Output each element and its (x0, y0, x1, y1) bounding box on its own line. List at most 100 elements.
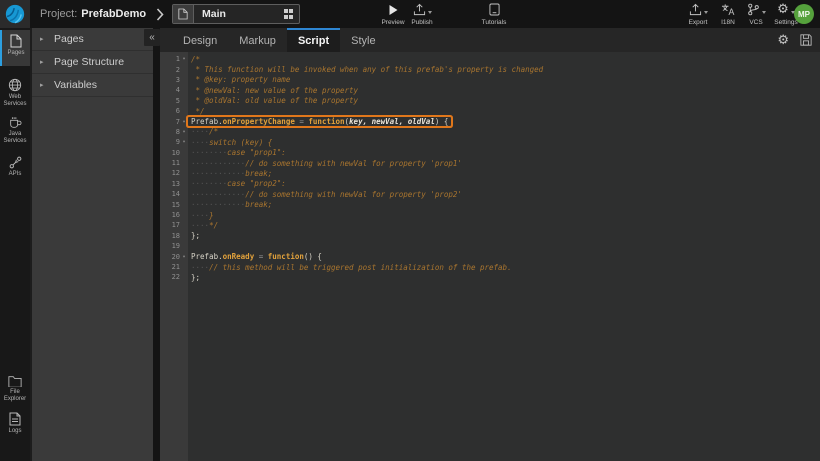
translate-icon: A (721, 3, 735, 16)
panel-splitter[interactable] (153, 28, 160, 461)
vcs-label: VCS (749, 19, 762, 26)
line-number: 20 (160, 253, 180, 261)
publish-upload-icon (413, 3, 426, 16)
publish-button[interactable]: Publish (402, 3, 442, 26)
code-line[interactable]: 13········case "prop2": (160, 179, 820, 189)
export-label: Export (689, 19, 708, 26)
collapse-panel-button[interactable]: « (144, 29, 160, 46)
chevron-right-icon: ▸ (40, 58, 54, 66)
fold-marker-icon[interactable]: ▾ (180, 254, 188, 260)
code-line[interactable]: 12············break; (160, 168, 820, 178)
code-line[interactable]: 3 * @key: property name (160, 75, 820, 85)
globe-icon (8, 78, 22, 92)
sidebar-item-apis[interactable]: APIs (0, 152, 30, 182)
code-line[interactable]: 4 * @newVal: new value of the property (160, 85, 820, 95)
page-selector-dropdown[interactable]: Main (172, 4, 300, 24)
tab-markup[interactable]: Markup (228, 28, 287, 52)
code-token: ········ (191, 179, 227, 188)
editor-tab-bar: Design Markup Script Style ⚙ (160, 28, 820, 52)
wavemaker-logo[interactable] (0, 0, 30, 28)
code-text: ············// do something with newVal … (188, 190, 465, 199)
code-token: ···· (191, 211, 209, 220)
code-token: * @oldVal: old value of the property (191, 96, 358, 105)
sidebar-item-web-services[interactable]: Web Services (0, 74, 30, 112)
code-token: ···· (191, 263, 209, 272)
user-avatar[interactable]: MP (794, 4, 814, 24)
script-editor[interactable]: 1▾/*2 * This function will be invoked wh… (160, 52, 820, 461)
fold-marker-icon[interactable]: ▾ (180, 139, 188, 145)
line-number: 16 (160, 211, 180, 219)
code-token: ···· (191, 138, 209, 147)
code-line[interactable]: 18}; (160, 231, 820, 241)
line-number: 9 (160, 138, 180, 146)
tutorials-button[interactable]: Tutorials (474, 3, 514, 26)
pages-icon (10, 34, 22, 48)
code-line[interactable]: 9▾····switch (key) { (160, 137, 820, 147)
code-text: ············// do something with newVal … (188, 159, 465, 168)
save-icon[interactable] (800, 34, 812, 46)
code-line[interactable]: 8▾····/* (160, 127, 820, 137)
tab-style[interactable]: Style (340, 28, 386, 52)
code-line[interactable]: 5 * @oldVal: old value of the property (160, 96, 820, 106)
grid-view-icon[interactable] (284, 9, 294, 19)
code-line[interactable]: 7▾Prefab.onPropertyChange = function(key… (160, 116, 820, 126)
sidebar-item-java-services[interactable]: Java Services (0, 112, 30, 150)
code-line[interactable]: 6 */ (160, 106, 820, 116)
code-line[interactable]: 17····*/ (160, 220, 820, 230)
page-file-icon (173, 5, 194, 23)
code-token: */ (209, 221, 218, 230)
code-text: * @newVal: new value of the property (188, 86, 361, 95)
line-number: 7 (160, 118, 180, 126)
tutorials-label: Tutorials (482, 19, 507, 26)
accordion-label: Variables (54, 79, 97, 91)
code-text: * @oldVal: old value of the property (188, 96, 361, 105)
code-line[interactable]: 20▾Prefab.onReady = function() { (160, 251, 820, 261)
sidebar-item-file-explorer[interactable]: File Explorer (0, 371, 30, 407)
code-text: ········case "prop2": (188, 179, 289, 188)
code-token: * @newVal: new value of the property (191, 86, 358, 95)
fold-marker-icon[interactable]: ▾ (180, 119, 188, 125)
sidebar-item-logs[interactable]: Logs (0, 408, 30, 440)
dropdown-caret-icon (428, 11, 432, 14)
code-token: ············ (191, 200, 245, 209)
code-line[interactable]: 19 (160, 241, 820, 251)
code-line[interactable]: 15············break; (160, 199, 820, 209)
chevron-right-icon: ▸ (40, 35, 54, 43)
code-text: * @key: property name (188, 75, 293, 84)
code-line[interactable]: 11············// do something with newVa… (160, 158, 820, 168)
code-line[interactable]: 22}; (160, 272, 820, 282)
code-text: ········case "prop1": (188, 148, 289, 157)
fold-marker-icon[interactable]: ▾ (180, 56, 188, 62)
code-line[interactable]: 2 * This function will be invoked when a… (160, 64, 820, 74)
accordion-pages[interactable]: ▸ Pages (32, 28, 153, 51)
code-text: */ (188, 107, 208, 116)
tab-script[interactable]: Script (287, 28, 340, 52)
line-number: 21 (160, 263, 180, 271)
code-line[interactable]: 10········case "prop1": (160, 148, 820, 158)
line-number: 19 (160, 242, 180, 250)
code-token: // do something with newVal for property… (245, 190, 462, 199)
script-settings-gear-icon[interactable]: ⚙ (777, 34, 789, 47)
code-line[interactable]: 14············// do something with newVa… (160, 189, 820, 199)
code-text: Prefab.onReady = function() { (188, 252, 325, 261)
accordion-page-structure[interactable]: ▸ Page Structure (32, 51, 153, 74)
code-line[interactable]: 21 ····// this method will be triggered p… (160, 262, 820, 272)
code-line[interactable]: 16····} (160, 210, 820, 220)
line-number: 3 (160, 76, 180, 84)
pages-side-panel: ▸ Pages ▸ Page Structure ▸ Variables (30, 28, 153, 461)
code-token: // this method will be triggered post in… (209, 263, 512, 272)
sidebar-item-pages[interactable]: Pages (0, 30, 30, 66)
code-text: * This function will be invoked when any… (188, 65, 546, 74)
sidebar-item-label: Pages (7, 50, 24, 57)
code-text: ············break; (188, 169, 275, 178)
accordion-variables[interactable]: ▸ Variables (32, 74, 153, 97)
code-token: break; (245, 200, 272, 209)
export-upload-icon (689, 3, 702, 16)
line-number: 4 (160, 86, 180, 94)
code-line[interactable]: 1▾/* (160, 54, 820, 64)
tab-design[interactable]: Design (172, 28, 228, 52)
code-token: switch (key) { (209, 138, 272, 147)
code-token: break; (245, 169, 272, 178)
activity-bar: Pages Web Services Java Services APIs Fi… (0, 28, 30, 461)
fold-marker-icon[interactable]: ▾ (180, 129, 188, 135)
